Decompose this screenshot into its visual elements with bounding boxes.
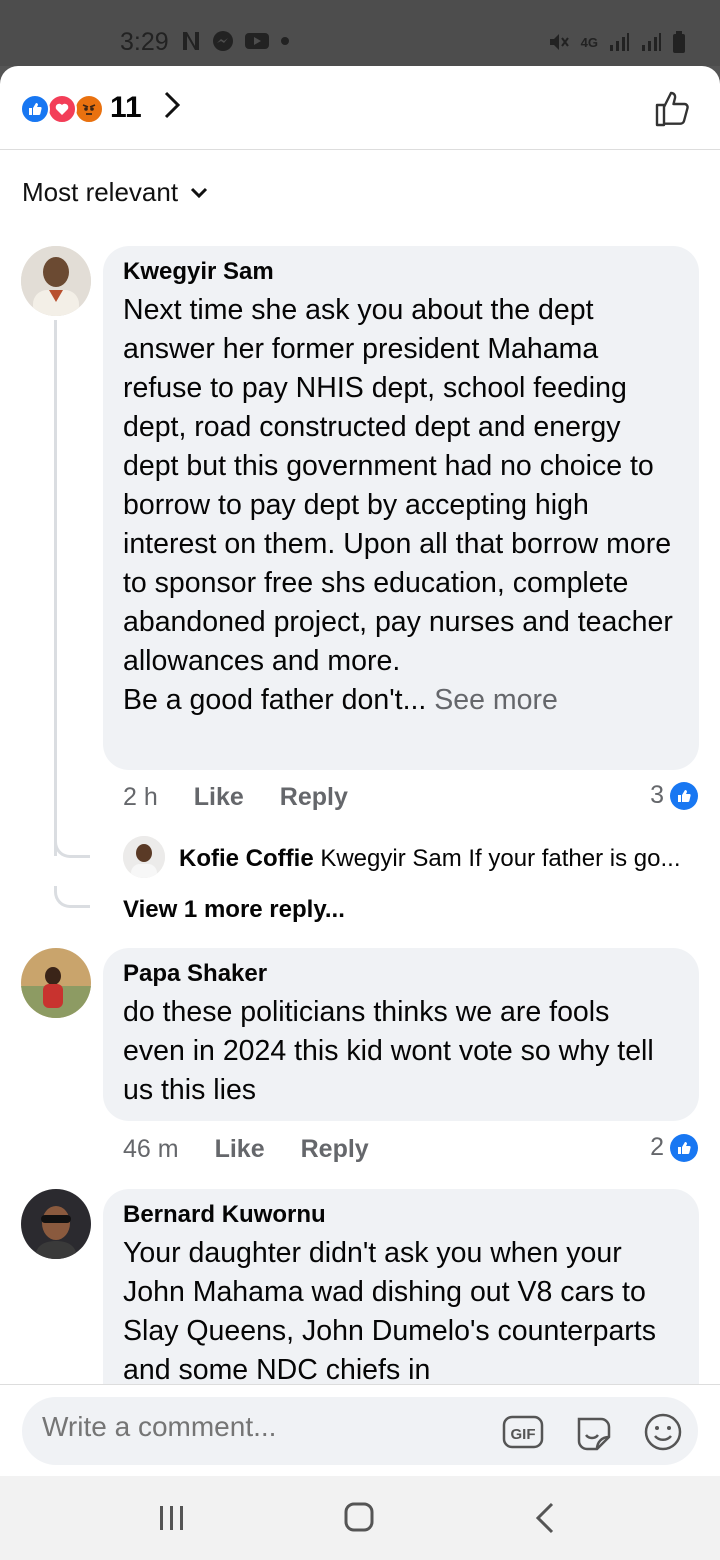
avatar[interactable] [21,246,91,316]
chevron-right-icon[interactable] [163,90,181,128]
like-icon [670,781,698,810]
thumbs-up-icon[interactable] [654,88,694,128]
like-button[interactable]: Like [215,1135,265,1164]
comment-author[interactable]: Bernard Kuwornu [123,1201,679,1229]
sort-label: Most relevant [22,177,179,207]
status-time: 3:29 [120,28,169,56]
comments-sheet: 11 Most relevant Kwegyir Sam Next time s… [0,66,720,1476]
gif-icon[interactable]: GIF [502,1411,544,1453]
thread-elbow [54,886,90,908]
status-notification-icons [180,30,290,52]
like-icon [20,94,50,124]
like-button[interactable]: Like [194,783,244,812]
svg-text:GIF: GIF [511,1426,536,1443]
angry-icon [74,94,104,124]
love-icon [47,94,77,124]
comment-actions: 2 h Like Reply [123,783,348,812]
thread-line [54,320,57,856]
view-more-replies[interactable]: View 1 more reply... [123,896,345,924]
status-system-icons: 4G [547,30,686,54]
youtube-icon [245,33,269,49]
netflix-icon [183,32,199,50]
comment-text: do these politicians thinks we are fools… [123,996,654,1106]
comment-author[interactable]: Kwegyir Sam [123,258,679,286]
comment-author[interactable]: Papa Shaker [123,960,679,988]
comment-bubble[interactable]: Kwegyir Sam Next time she ask you about … [103,246,699,770]
comment-bubble[interactable]: Papa Shaker do these politicians thinks … [103,948,699,1121]
signal-icon [642,33,661,51]
dot-icon [281,37,289,45]
comment-input-box[interactable]: GIF [22,1397,698,1465]
comment-reaction-count[interactable]: 3 [650,781,698,810]
comment-time[interactable]: 2 h [123,783,158,812]
battery-icon [673,31,685,53]
comment-reaction-count[interactable]: 2 [650,1133,698,1162]
4g-icon: 4G [580,34,598,50]
comment-composer: GIF [0,1384,720,1476]
signal-icon [610,33,629,51]
sticker-icon[interactable] [573,1411,615,1453]
comment-text: Your daughter didn't ask you when your J… [123,1237,656,1386]
reply-button[interactable]: Reply [280,783,348,812]
home-icon[interactable] [339,1500,379,1536]
messenger-icon [213,31,233,51]
comment-input[interactable] [42,1411,482,1443]
avatar[interactable] [21,1189,91,1259]
comment-time[interactable]: 46 m [123,1135,179,1164]
like-icon [670,1133,698,1162]
reply-button[interactable]: Reply [301,1135,369,1164]
thread-elbow [54,836,90,858]
comment-actions: 46 m Like Reply [123,1135,369,1164]
reply-text: Kwegyir Sam If your father is go... [320,845,681,872]
comment-text: Next time she ask you about the dept ans… [123,294,673,716]
emoji-icon[interactable] [642,1411,684,1453]
see-more-link[interactable]: See more [434,684,558,716]
avatar[interactable] [123,836,165,878]
reactions-header[interactable]: 11 [0,66,720,150]
reply-preview[interactable]: Kofie Coffie Kwegyir Sam If your father … [179,845,680,873]
reply-author[interactable]: Kofie Coffie [179,845,314,872]
avatar[interactable] [21,948,91,1018]
mute-icon [549,34,569,50]
sort-dropdown[interactable]: Most relevant [22,177,208,208]
reaction-summary-icons [20,94,106,124]
recents-icon[interactable] [152,1500,192,1536]
system-nav-bar [0,1476,720,1560]
back-icon[interactable] [526,1500,566,1536]
chevron-down-icon [191,187,208,198]
reaction-count: 11 [110,91,142,124]
status-bar: 3:29 4G [0,0,720,66]
